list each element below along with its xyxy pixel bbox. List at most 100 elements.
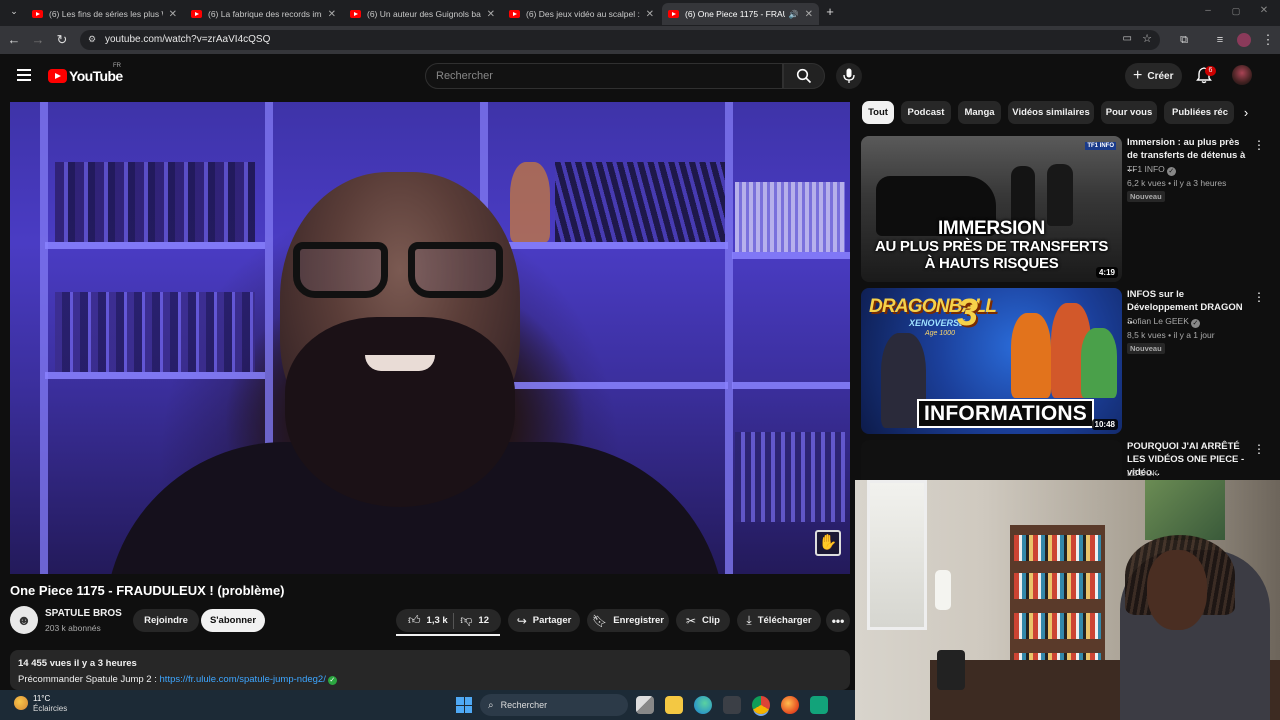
reload-icon[interactable]: ↻ xyxy=(54,32,70,48)
duration-badge: 10:48 xyxy=(1091,419,1118,430)
verified-link-icon: ✓ xyxy=(327,676,337,685)
dislike-button[interactable]: 👎︎ 12 xyxy=(460,613,489,628)
download-button[interactable]: ⤓ Télécharger xyxy=(737,609,821,632)
profile-icon[interactable] xyxy=(1236,32,1252,48)
windows-start-icon[interactable] xyxy=(456,697,472,713)
task-view-icon[interactable] xyxy=(636,696,654,714)
youtube-favicon-icon xyxy=(350,10,361,18)
like-count: 1,3 k xyxy=(426,615,448,626)
browser-tab[interactable]: (6) Des jeux vidéo au scalpel : L ✕ xyxy=(503,3,660,25)
like-button[interactable]: 👍︎ 1,3 k xyxy=(408,613,448,628)
bookmark-star-icon[interactable]: ☆ xyxy=(1142,32,1152,45)
install-app-icon[interactable]: ▭ xyxy=(1123,33,1132,44)
tab-title: (6) Un auteur des Guignols bal xyxy=(367,9,481,19)
close-tab-icon[interactable]: ✕ xyxy=(805,9,813,20)
tab-list-chevron-icon[interactable]: ⌄ xyxy=(6,3,22,19)
more-options-icon[interactable]: ⋮ xyxy=(1253,442,1261,456)
join-button[interactable]: Rejoindre xyxy=(133,609,199,632)
close-tab-icon[interactable]: ✕ xyxy=(487,9,495,20)
url-text: youtube.com/watch?v=zrAaVI4cQSQ xyxy=(105,34,271,45)
books xyxy=(55,162,255,242)
create-button[interactable]: + Créer xyxy=(1125,63,1182,89)
chrome-icon[interactable] xyxy=(752,696,770,714)
webcam-poster xyxy=(1145,480,1225,540)
recommendation-channel[interactable]: Sofian Le GEEK ✓ xyxy=(1127,316,1200,328)
close-window-icon[interactable]: ✕ xyxy=(1256,3,1272,19)
channel-watermark-icon[interactable]: ✋ xyxy=(815,530,841,556)
browser-tab[interactable]: (6) Les fins de séries les plus W ✕ xyxy=(26,3,183,25)
address-bar[interactable]: ⚙ youtube.com/watch?v=zrAaVI4cQSQ ▭ ☆ xyxy=(80,30,1160,50)
maximize-icon[interactable]: ▢ xyxy=(1228,3,1244,19)
channel-name[interactable]: SPATULE BROS xyxy=(45,608,122,619)
file-explorer-icon[interactable] xyxy=(665,696,683,714)
new-badge: Nouveau xyxy=(1127,191,1165,202)
clip-label: Clip xyxy=(702,615,720,626)
description-link[interactable]: https://fr.ulule.com/spatule-jump-ndeg2/ xyxy=(160,674,326,685)
edge-browser-icon[interactable] xyxy=(694,696,712,714)
recommendation-item[interactable]: POURQUOI J'AI ARRÊTÉ LES VIDÉOS ONE PIEC… xyxy=(861,440,1261,480)
chip-recently-published[interactable]: Publiées réc xyxy=(1164,101,1234,124)
more-options-icon[interactable]: ⋮ xyxy=(1253,290,1265,304)
close-tab-icon[interactable]: ✕ xyxy=(169,9,177,20)
subscribe-button[interactable]: S'abonner xyxy=(201,609,265,632)
chip-podcast[interactable]: Podcast xyxy=(901,101,951,124)
browser-menu-icon[interactable]: ⋮ xyxy=(1260,32,1276,48)
description-box[interactable]: 14 455 vues il y a 3 heures Précommander… xyxy=(10,650,850,690)
channel-avatar[interactable]: ☻ xyxy=(10,606,38,634)
download-icon: ⤓ xyxy=(746,613,752,627)
search-button[interactable] xyxy=(783,63,825,89)
presenter-glasses xyxy=(293,242,508,300)
chip-similar-videos[interactable]: Vidéos similaires xyxy=(1008,101,1094,124)
extensions-icon[interactable]: ⧉ xyxy=(1176,32,1192,48)
new-tab-button[interactable]: + xyxy=(822,4,838,20)
recommendation-item[interactable]: DRAGONBALL XENOVERSE 3 Age 1000 INFORMAT… xyxy=(861,288,1265,434)
account-avatar[interactable] xyxy=(1232,65,1252,85)
video-thumbnail[interactable]: TF1 INFO IMMERSION AU PLUS PRÈS DE TRANS… xyxy=(861,136,1122,282)
close-tab-icon[interactable]: ✕ xyxy=(328,9,336,20)
share-button[interactable]: ↪ Partager xyxy=(508,609,580,632)
save-button[interactable]: 🔖︎ Enregistrer xyxy=(587,609,669,632)
tab-title: (6) Les fins de séries les plus W xyxy=(49,9,163,19)
speaker-icon[interactable]: 🔊 xyxy=(789,10,799,19)
firefox-icon[interactable] xyxy=(781,696,799,714)
video-thumbnail[interactable]: DRAGONBALL XENOVERSE 3 Age 1000 INFORMAT… xyxy=(861,288,1122,434)
chip-for-you[interactable]: Pour vous xyxy=(1101,101,1157,124)
hamburger-menu-icon[interactable] xyxy=(17,69,31,81)
recommendation-item[interactable]: TF1 INFO IMMERSION AU PLUS PRÈS DE TRANS… xyxy=(861,136,1265,282)
forward-icon[interactable]: → xyxy=(30,32,46,48)
chip-manga[interactable]: Manga xyxy=(958,101,1001,124)
recommendation-channel[interactable]: TF1 INFO ✓ xyxy=(1127,164,1176,176)
browser-toolbar: ← → ↻ ⚙ youtube.com/watch?v=zrAaVI4cQSQ … xyxy=(0,26,1280,54)
app-icon[interactable] xyxy=(810,696,828,714)
site-settings-icon[interactable]: ⚙ xyxy=(88,34,96,45)
chip-tout[interactable]: Tout xyxy=(862,101,894,124)
presenter-beard xyxy=(285,317,515,507)
video-player[interactable]: ✋ xyxy=(10,102,850,574)
clip-button[interactable]: ✂ Clip xyxy=(676,609,730,632)
browser-tab[interactable]: (6) Un auteur des Guignols bal ✕ xyxy=(344,3,501,25)
voice-search-button[interactable] xyxy=(836,63,862,89)
duration-badge: 4:19 xyxy=(1095,267,1118,278)
more-options-icon[interactable]: ⋮ xyxy=(1253,138,1265,152)
shelf-board xyxy=(488,242,728,249)
books xyxy=(735,182,845,252)
close-tab-icon[interactable]: ✕ xyxy=(646,9,654,20)
browser-tab-active[interactable]: (6) One Piece 1175 - FRAUD 🔊 ✕ xyxy=(662,3,819,25)
webcam-window xyxy=(867,480,927,630)
shelf-board xyxy=(45,242,265,249)
shelf-board xyxy=(732,382,850,389)
search-input[interactable] xyxy=(436,68,766,84)
chevron-right-icon[interactable]: › xyxy=(1234,101,1258,124)
media-controls-icon[interactable]: ≡ xyxy=(1212,32,1228,48)
back-icon[interactable]: ← xyxy=(6,32,22,48)
browser-tab[interactable]: (6) La fabrique des records imp ✕ xyxy=(185,3,342,25)
youtube-logo[interactable]: YouTube FR xyxy=(48,63,123,85)
more-actions-icon[interactable]: ••• xyxy=(826,609,850,632)
recommendation-channel[interactable]: LE DOK xyxy=(1127,468,1158,478)
video-thumbnail[interactable] xyxy=(861,440,1122,480)
store-icon[interactable] xyxy=(723,696,741,714)
search-box[interactable] xyxy=(425,63,783,89)
taskbar-search[interactable]: ⌕ Rechercher xyxy=(480,694,628,716)
minimize-icon[interactable]: – xyxy=(1200,3,1216,19)
weather-condition: Éclaircies xyxy=(33,704,68,713)
